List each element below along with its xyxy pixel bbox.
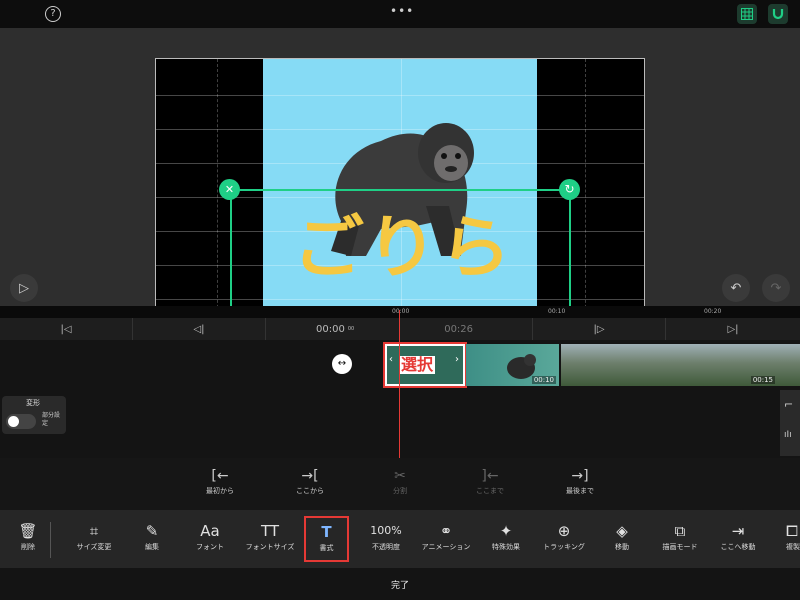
effects-button[interactable]: ✦ 特殊効果: [474, 520, 538, 552]
redo-button[interactable]: ↷: [762, 274, 790, 302]
transform-label: 変形: [26, 399, 40, 407]
clip-duration: 00:15: [750, 376, 775, 384]
trim-to-here-icon: ]←: [481, 468, 499, 484]
layers-icon: ◈: [616, 522, 628, 540]
current-frames: 00: [347, 326, 355, 332]
delete-handle-icon[interactable]: ✕: [219, 179, 240, 200]
trim-from-here-button[interactable]: →[ここから: [275, 466, 345, 496]
bounding-box: [230, 189, 570, 191]
partial-toggle-label: 部分設定: [42, 412, 61, 427]
selection-label: 選択: [399, 355, 436, 374]
partial-toggle[interactable]: [6, 414, 36, 429]
edit-ops-row: [← 最初から →[ここから ✂ 分割 ]← ここまで →] 最後まで: [0, 458, 800, 510]
resize-button[interactable]: ⌗ サイズ変更: [62, 520, 126, 552]
opacity-value: 100%: [370, 524, 402, 537]
split-icon: ✂: [394, 468, 406, 484]
video-clip-2[interactable]: 00:15: [561, 344, 800, 386]
split-button[interactable]: ✂ 分割: [365, 466, 435, 496]
duplicate-button[interactable]: ⧠ 複製: [762, 520, 800, 552]
total-duration: 00:26: [444, 323, 474, 335]
animation-icon: ⚭: [439, 522, 453, 540]
more-icon[interactable]: •••: [390, 4, 414, 18]
tool-bar: 🗑 削除 ⌗ サイズ変更 ✎ 編集 Aa フォント TT フォントサイズ T 書式 100%…: [0, 510, 800, 568]
audio-wave-icon[interactable]: ıIı: [784, 430, 792, 440]
next-frame-button[interactable]: |▷: [533, 318, 666, 340]
undo-button[interactable]: ↶: [722, 274, 750, 302]
current-time: 00:00: [316, 323, 345, 335]
transport-bar: |◁ ◁| 00:00 00 00:26 |▷ ▷|: [0, 318, 800, 340]
crop-icon: ⌗: [89, 522, 99, 540]
jump-start-button[interactable]: |◁: [0, 318, 133, 340]
prev-frame-button[interactable]: ◁|: [133, 318, 266, 340]
text-style-button[interactable]: T 書式: [304, 516, 349, 562]
trash-icon: 🗑: [18, 522, 38, 540]
done-label: 完了: [390, 580, 409, 591]
trim-here-icon: →[: [301, 468, 319, 484]
text-style-icon: T: [321, 523, 332, 541]
done-button[interactable]: 完了: [0, 568, 800, 600]
top-bar: ? •••: [0, 0, 800, 28]
move-here-button[interactable]: ⇥ ここへ移動: [706, 520, 770, 552]
side-tools: ⌐ ıIı: [780, 390, 800, 456]
preview-area: ごりら ✕ ↻ ▷ ↶ ↷: [0, 28, 800, 332]
ruler-mark: 00:00: [392, 308, 410, 315]
font-icon: Aa: [200, 522, 220, 540]
tracking-button[interactable]: ⊕ トラッキング: [532, 520, 596, 552]
grid-icon[interactable]: [737, 4, 757, 24]
play-button[interactable]: ▷: [10, 274, 38, 302]
duplicate-icon: ⧠: [786, 522, 799, 540]
ruler-mark: 00:10: [548, 308, 566, 315]
jump-end-button[interactable]: ▷|: [666, 318, 800, 340]
trim-to-here-button[interactable]: ]← ここまで: [455, 466, 525, 496]
ruler-mark: 00:20: [704, 308, 722, 315]
video-clip-1[interactable]: 00:10: [466, 344, 559, 386]
clip-duration: 00:10: [531, 376, 556, 384]
magnet-icon[interactable]: [768, 4, 788, 24]
overlay-text[interactable]: ごりら: [277, 204, 529, 294]
playhead[interactable]: [399, 310, 400, 458]
blend-mode-button[interactable]: ⧉ 描画モード: [648, 520, 712, 552]
blend-mode-icon: ⧉: [674, 522, 686, 540]
font-size-icon: TT: [260, 522, 280, 540]
text-clip[interactable]: ‹ › 選択: [383, 342, 467, 388]
video-canvas[interactable]: ごりら ✕ ↻: [155, 58, 645, 332]
expand-track-icon[interactable]: ↔: [332, 354, 352, 374]
font-button[interactable]: Aa フォント: [178, 520, 242, 552]
rotate-handle-icon[interactable]: ↻: [559, 179, 580, 200]
edit-button[interactable]: ✎ 編集: [120, 520, 184, 552]
tracking-icon: ⊕: [557, 522, 571, 540]
animation-button[interactable]: ⚭ アニメーション: [414, 520, 478, 552]
move-layer-button[interactable]: ◈ 移動: [590, 520, 654, 552]
font-size-button[interactable]: TT フォントサイズ: [238, 520, 302, 552]
crop-track-icon[interactable]: ⌐: [784, 398, 793, 411]
trim-from-start-button[interactable]: [← 最初から: [185, 466, 255, 496]
opacity-button[interactable]: 100% 不透明度: [354, 520, 418, 552]
trim-to-end-button[interactable]: →] 最後まで: [545, 466, 615, 496]
delete-button[interactable]: 🗑 削除: [0, 520, 60, 552]
trim-start-icon: [←: [211, 468, 229, 484]
trim-end-icon: →]: [571, 468, 589, 484]
clip-track: ↔ ‹ › 選択 00:10 00:15: [0, 342, 800, 388]
pencil-icon: ✎: [145, 522, 159, 540]
move-here-icon: ⇥: [731, 522, 745, 540]
timeline-ruler[interactable]: 00:00 00:10 00:20: [0, 306, 800, 318]
transform-panel: 変形 部分設定: [2, 396, 66, 434]
magic-wand-icon: ✦: [499, 522, 513, 540]
help-icon[interactable]: ?: [45, 6, 61, 22]
